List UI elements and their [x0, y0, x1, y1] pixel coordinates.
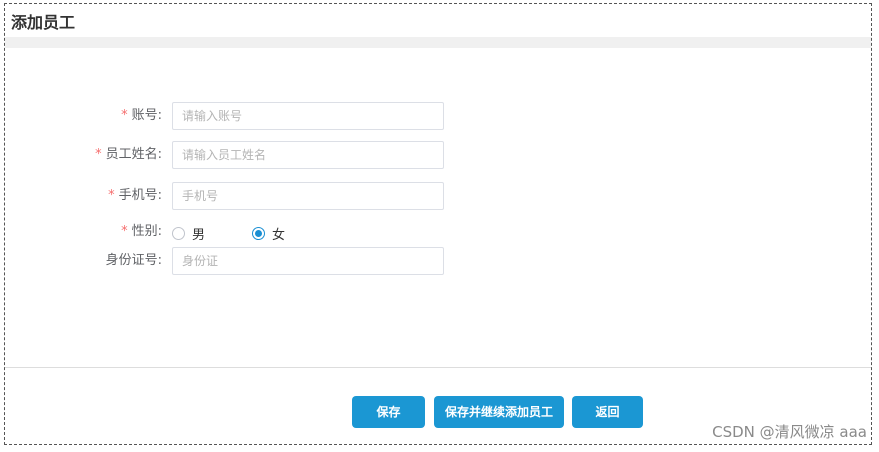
- radio-checked-icon[interactable]: [252, 227, 265, 240]
- account-label: * 账号:: [121, 108, 162, 123]
- title-divider: [5, 37, 871, 48]
- add-employee-panel: 添加员工 *账号: *员工姓名: *手机号: *性别: 男 女 身份证号: 保存…: [4, 3, 872, 445]
- save-button[interactable]: 保存: [352, 396, 425, 428]
- save-and-continue-button[interactable]: 保存并继续添加员工: [434, 396, 564, 428]
- footer-divider: [5, 367, 871, 368]
- account-input[interactable]: [172, 102, 444, 130]
- back-button[interactable]: 返回: [572, 396, 643, 428]
- required-mark: *: [95, 147, 102, 162]
- id-card-input[interactable]: [172, 247, 444, 275]
- account-row: * 账号:: [5, 102, 871, 130]
- required-mark: *: [121, 224, 128, 239]
- gender-row: * 性别: 男 女: [5, 218, 871, 246]
- gender-label: * 性别:: [121, 224, 162, 239]
- radio-unchecked-icon[interactable]: [172, 227, 185, 240]
- phone-input[interactable]: [172, 182, 444, 210]
- required-mark: *: [108, 188, 115, 203]
- csdn-watermark: CSDN @清风微凉 aaa: [712, 423, 867, 441]
- required-mark: *: [121, 108, 128, 123]
- gender-radio-female[interactable]: 女: [252, 224, 285, 243]
- name-label: * 员工姓名:: [95, 147, 162, 162]
- phone-row: * 手机号:: [5, 182, 871, 210]
- id-card-row: 身份证号:: [5, 247, 871, 275]
- phone-label: * 手机号:: [108, 188, 162, 203]
- name-row: * 员工姓名:: [5, 141, 871, 169]
- page-title: 添加员工: [11, 13, 76, 32]
- name-input[interactable]: [172, 141, 444, 169]
- id-card-label: 身份证号:: [105, 253, 162, 268]
- gender-radio-male[interactable]: 男: [172, 224, 205, 243]
